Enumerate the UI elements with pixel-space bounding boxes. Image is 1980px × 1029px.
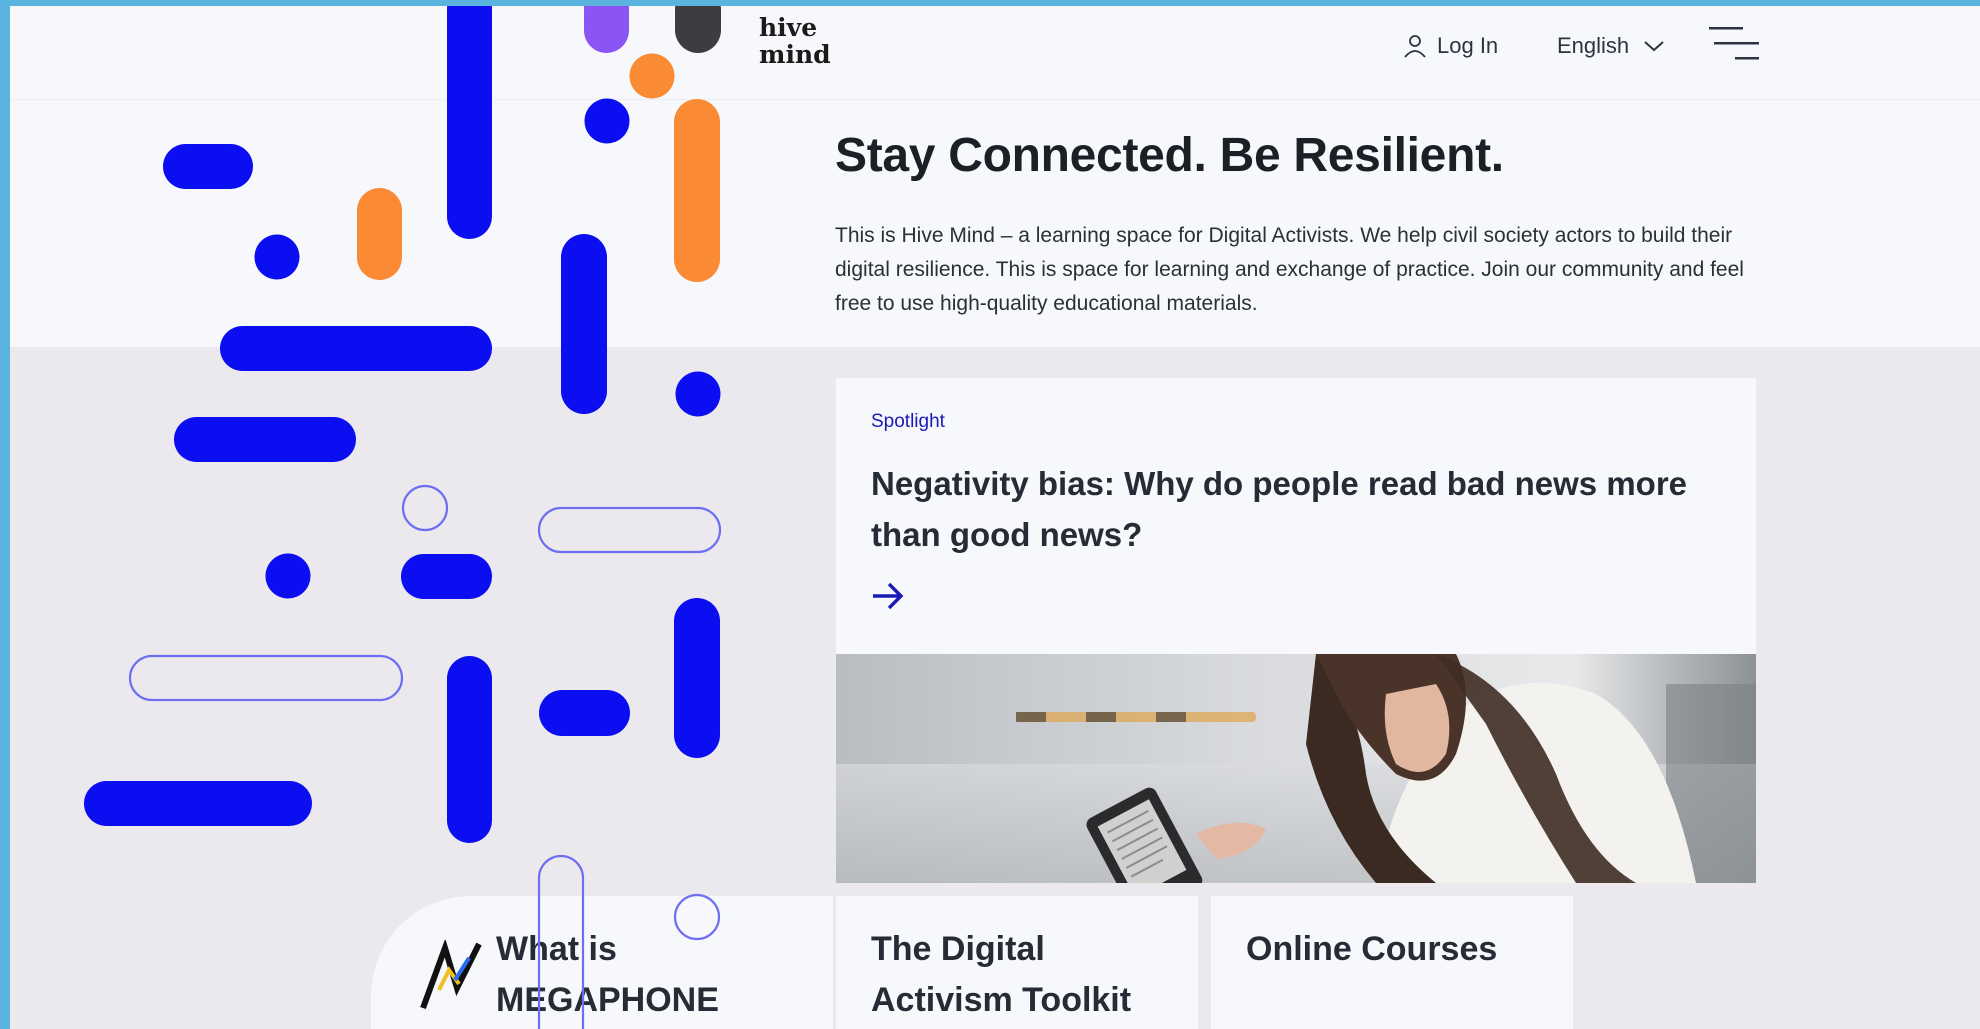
spotlight-image (836, 654, 1756, 883)
spotlight-card[interactable]: Spotlight Negativity bias: Why do people… (836, 378, 1756, 654)
spotlight-title[interactable]: Negativity bias: Why do people read bad … (871, 458, 1691, 560)
megaphone-logo-icon (420, 940, 482, 1010)
language-label: English (1557, 33, 1630, 58)
card-courses-title: Online Courses (1246, 930, 1498, 968)
user-icon (1404, 35, 1426, 58)
card-online-courses[interactable]: Online Courses (1211, 896, 1573, 1029)
hive-mind-logo[interactable]: hive mind (759, 14, 831, 68)
arrow-right-icon[interactable] (871, 581, 905, 611)
login-label: Log In (1437, 33, 1499, 58)
hamburger-menu-icon[interactable] (1708, 22, 1760, 66)
spotlight-label: Spotlight (871, 411, 945, 432)
card-megaphone[interactable]: What is MEGAPHONE (371, 896, 833, 1029)
logo-line-2: mind (759, 40, 831, 69)
intro-text: This is Hive Mind – a learning space for… (835, 224, 1744, 315)
site-header (10, 6, 1980, 99)
card-megaphone-title: What is MEGAPHONE (496, 930, 719, 1019)
login-link[interactable]: Log In (1402, 28, 1498, 64)
page: hive mind Log In English Stay Connected.… (10, 6, 1980, 1029)
card-digital-activism-toolkit[interactable]: The Digital Activism Toolkit (836, 896, 1198, 1029)
page-title: Stay Connected. Be Resilient. (835, 129, 1504, 182)
logo-line-1: hive (759, 13, 818, 42)
card-toolkit-title: The Digital Activism Toolkit (871, 930, 1132, 1019)
language-selector[interactable]: English (1557, 28, 1665, 64)
chevron-down-icon (1644, 41, 1664, 52)
